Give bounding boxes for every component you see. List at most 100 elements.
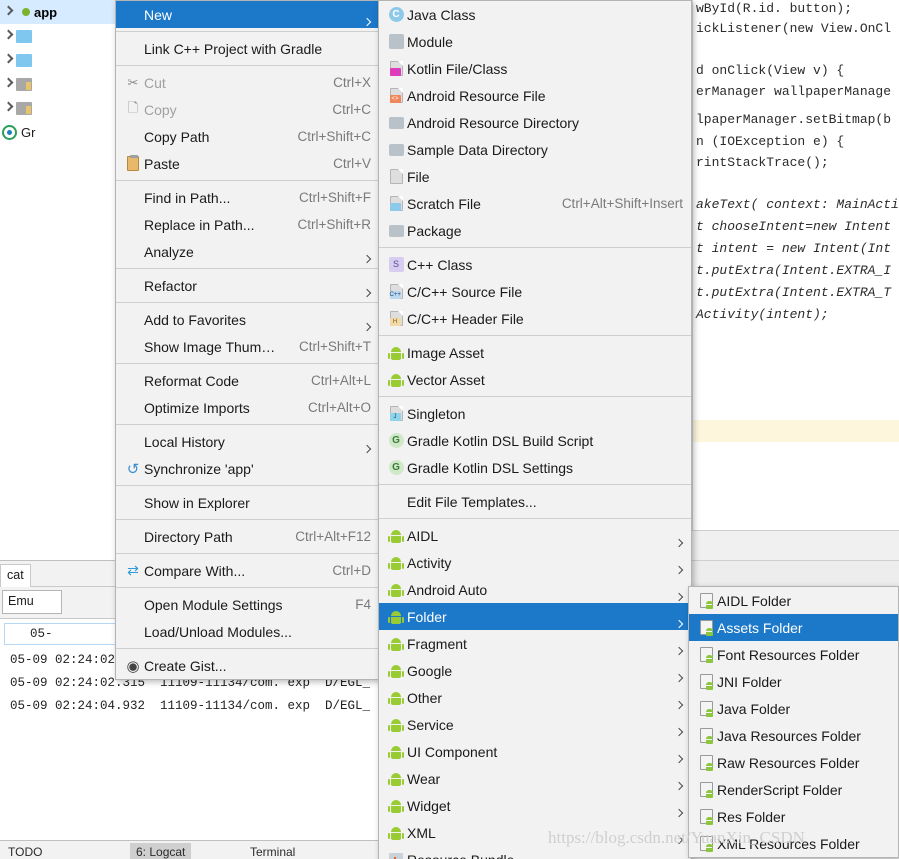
device-select[interactable]: Emu xyxy=(2,590,62,614)
menu-item-label: File xyxy=(407,168,430,185)
project-tree-panel[interactable]: app Gr xyxy=(0,0,120,560)
menu-item-service[interactable]: Service xyxy=(379,711,691,738)
menu-item-java-folder[interactable]: Java Folder xyxy=(689,695,898,722)
menu-item-widget[interactable]: Widget xyxy=(379,792,691,819)
tree-row[interactable] xyxy=(0,96,119,120)
menu-item-gradle-kotlin-dsl-build-script[interactable]: G Gradle Kotlin DSL Build Script xyxy=(379,427,691,454)
menu-item-cpp-source-file[interactable]: C++ C/C++ Source File xyxy=(379,278,691,305)
code-line: t chooseIntent=new Intent xyxy=(696,219,892,234)
menu-item-package[interactable]: Package xyxy=(379,217,691,244)
menu-item-label: Copy xyxy=(144,101,177,118)
menu-item-show-in-explorer[interactable]: Show in Explorer xyxy=(116,489,379,516)
menu-item-image-asset[interactable]: Image Asset xyxy=(379,339,691,366)
tree-row[interactable] xyxy=(0,48,119,72)
menu-item-singleton[interactable]: J Singleton xyxy=(379,400,691,427)
menu-item-label: AIDL Folder xyxy=(717,592,792,609)
menu-item-wear[interactable]: Wear xyxy=(379,765,691,792)
menu-separator xyxy=(379,247,691,248)
tree-row[interactable] xyxy=(0,24,119,48)
tree-row[interactable] xyxy=(0,72,119,96)
menu-item-jni-folder[interactable]: JNI Folder xyxy=(689,668,898,695)
menu-item-android-auto[interactable]: Android Auto xyxy=(379,576,691,603)
compare-icon: ⇄ xyxy=(127,562,139,578)
menu-item-gradle-kotlin-dsl-settings[interactable]: G Gradle Kotlin DSL Settings xyxy=(379,454,691,481)
menu-item-label: Raw Resources Folder xyxy=(717,754,860,771)
tree-row-gradle[interactable]: Gr xyxy=(0,120,119,144)
menu-item-paste[interactable]: Paste Ctrl+V xyxy=(116,150,379,177)
android-icon xyxy=(385,610,407,624)
menu-item-show-image-thumbnails[interactable]: Show Image Thumbnails Ctrl+Shift+T xyxy=(116,333,379,360)
menu-item-scratch-file[interactable]: Scratch File Ctrl+Alt+Shift+Insert xyxy=(379,190,691,217)
menu-item-google[interactable]: Google xyxy=(379,657,691,684)
menu-item-analyze[interactable]: Analyze xyxy=(116,238,379,265)
menu-item-kotlin-file-class[interactable]: Kotlin File/Class xyxy=(379,55,691,82)
menu-item-aidl[interactable]: AIDL xyxy=(379,522,691,549)
menu-item-accel: Ctrl+Shift+C xyxy=(297,129,371,144)
menu-item-edit-file-templates[interactable]: Edit File Templates... xyxy=(379,488,691,515)
menu-item-xml-resources-folder[interactable]: XML Resources Folder xyxy=(689,830,898,857)
menu-item-load-unload-modules[interactable]: Load/Unload Modules... xyxy=(116,618,379,645)
menu-item-folder[interactable]: Folder xyxy=(379,603,691,630)
folder-submenu[interactable]: AIDL Folder Assets Folder Font Resources… xyxy=(688,586,899,858)
chevron-right-icon xyxy=(2,101,16,115)
new-submenu[interactable]: C Java Class Module Kotlin File/Class <>… xyxy=(378,0,692,859)
kotlin-file-icon xyxy=(385,61,407,76)
menu-separator xyxy=(116,268,379,269)
menu-item-optimize-imports[interactable]: Optimize Imports Ctrl+Alt+O xyxy=(116,394,379,421)
menu-item-open-module-settings[interactable]: Open Module Settings F4 xyxy=(116,591,379,618)
editor-highlight-band xyxy=(693,420,899,442)
status-item-logcat[interactable]: 6: Logcat xyxy=(130,843,192,859)
menu-item-refactor[interactable]: Refactor xyxy=(116,272,379,299)
status-item-todo[interactable]: TODO xyxy=(8,843,42,859)
menu-item-android-resource-file[interactable]: <> Android Resource File xyxy=(379,82,691,109)
menu-item-activity[interactable]: Activity xyxy=(379,549,691,576)
menu-item-directory-path[interactable]: Directory Path Ctrl+Alt+F12 xyxy=(116,523,379,550)
menu-item-android-resource-directory[interactable]: Android Resource Directory xyxy=(379,109,691,136)
menu-item-label: Assets Folder xyxy=(717,619,803,636)
menu-item-sample-data-directory[interactable]: Sample Data Directory xyxy=(379,136,691,163)
menu-item-compare-with[interactable]: ⇄ Compare With... Ctrl+D xyxy=(116,557,379,584)
menu-item-aidl-folder[interactable]: AIDL Folder xyxy=(689,587,898,614)
tree-row-app[interactable]: app xyxy=(0,0,119,24)
menu-item-label: Android Resource Directory xyxy=(407,114,579,131)
menu-item-label: Gradle Kotlin DSL Build Script xyxy=(407,432,594,449)
menu-item-link-cpp-project[interactable]: Link C++ Project with Gradle xyxy=(116,35,379,62)
menu-item-renderscript-folder[interactable]: RenderScript Folder xyxy=(689,776,898,803)
menu-item-java-resources-folder[interactable]: Java Resources Folder xyxy=(689,722,898,749)
menu-item-fragment[interactable]: Fragment xyxy=(379,630,691,657)
menu-item-resource-bundle[interactable]: Resource Bundle xyxy=(379,846,691,859)
menu-item-accel: Ctrl+C xyxy=(332,102,371,117)
menu-item-module[interactable]: Module xyxy=(379,28,691,55)
menu-item-create-gist[interactable]: ◉ Create Gist... xyxy=(116,652,379,679)
menu-item-java-class[interactable]: C Java Class xyxy=(379,1,691,28)
folder-icon xyxy=(385,143,407,156)
menu-item-assets-folder[interactable]: Assets Folder xyxy=(689,614,898,641)
code-line: ickListener(new View.OnCl xyxy=(696,21,892,36)
tab-logcat[interactable]: cat xyxy=(0,564,31,587)
java-class-icon: C xyxy=(385,7,407,22)
menu-item-raw-resources-folder[interactable]: Raw Resources Folder xyxy=(689,749,898,776)
android-icon xyxy=(385,772,407,786)
menu-item-other[interactable]: Other xyxy=(379,684,691,711)
menu-item-synchronize-app[interactable]: ↺ Synchronize 'app' xyxy=(116,455,379,482)
status-item-terminal[interactable]: Terminal xyxy=(250,843,295,859)
menu-item-cpp-class[interactable]: S C++ Class xyxy=(379,251,691,278)
menu-item-res-folder[interactable]: Res Folder xyxy=(689,803,898,830)
menu-item-vector-asset[interactable]: Vector Asset xyxy=(379,366,691,393)
menu-item-copy-path[interactable]: Copy Path Ctrl+Shift+C xyxy=(116,123,379,150)
menu-item-new[interactable]: New xyxy=(116,1,379,28)
menu-item-cpp-header-file[interactable]: H C/C++ Header File xyxy=(379,305,691,332)
singleton-icon: J xyxy=(385,406,407,421)
menu-item-reformat-code[interactable]: Reformat Code Ctrl+Alt+L xyxy=(116,367,379,394)
context-menu[interactable]: New Link C++ Project with Gradle ✂ Cut C… xyxy=(115,0,380,680)
menu-item-xml[interactable]: XML xyxy=(379,819,691,846)
menu-item-find-in-path[interactable]: Find in Path... Ctrl+Shift+F xyxy=(116,184,379,211)
menu-item-replace-in-path[interactable]: Replace in Path... Ctrl+Shift+R xyxy=(116,211,379,238)
menu-item-local-history[interactable]: Local History xyxy=(116,428,379,455)
menu-item-add-to-favorites[interactable]: Add to Favorites xyxy=(116,306,379,333)
code-editor[interactable]: wById(R.id. button); ickListener(new Vie… xyxy=(688,0,899,586)
menu-item-font-resources-folder[interactable]: Font Resources Folder xyxy=(689,641,898,668)
menu-item-file[interactable]: File xyxy=(379,163,691,190)
menu-item-ui-component[interactable]: UI Component xyxy=(379,738,691,765)
menu-item-label: C/C++ Source File xyxy=(407,283,523,300)
